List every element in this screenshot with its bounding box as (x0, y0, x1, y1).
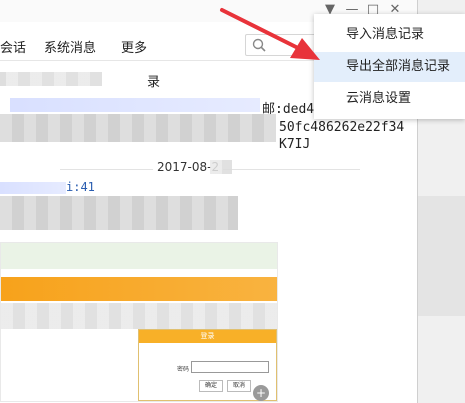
blurred-image-area (1, 303, 277, 329)
blurred-text (10, 98, 260, 112)
menu-item-cloud-message-settings[interactable]: 云消息设置 (314, 84, 465, 114)
blurred-text (0, 182, 66, 194)
message-text: 50fc486262e22f34 (279, 120, 405, 135)
zoom-icon[interactable]: + (253, 385, 269, 401)
image-banner (1, 277, 277, 301)
blurred-text (0, 196, 238, 230)
image-header (1, 243, 277, 269)
search-icon (252, 38, 266, 52)
image-dialog-ok: 确定 (199, 380, 223, 392)
message-text: K7IJ (279, 137, 311, 152)
message-image[interactable]: 登录 密码 确定 取消 (0, 242, 278, 402)
blurred-text (6, 72, 102, 86)
dropdown-menu: 导入消息记录 导出全部消息记录 云消息设置 (314, 14, 465, 119)
image-dialog-cancel: 取消 (227, 380, 251, 392)
message-sender-time: i:41 (66, 180, 95, 194)
tab-system-messages[interactable]: 系统消息 (44, 37, 96, 56)
image-dialog-input (191, 361, 269, 373)
message-text: 录 (147, 75, 161, 90)
image-dialog-label: 密码 (177, 366, 190, 373)
blurred-text (0, 114, 276, 142)
menu-item-export-all-records[interactable]: 导出全部消息记录 (314, 52, 465, 82)
image-dialog-title: 登录 (139, 330, 276, 343)
blurred-text (210, 160, 232, 174)
menu-item-import-records[interactable]: 导入消息记录 (314, 20, 465, 50)
blurred-text (0, 72, 6, 86)
tab-more[interactable]: 更多 (121, 37, 147, 56)
tab-conversations[interactable]: 会话 (0, 37, 26, 56)
